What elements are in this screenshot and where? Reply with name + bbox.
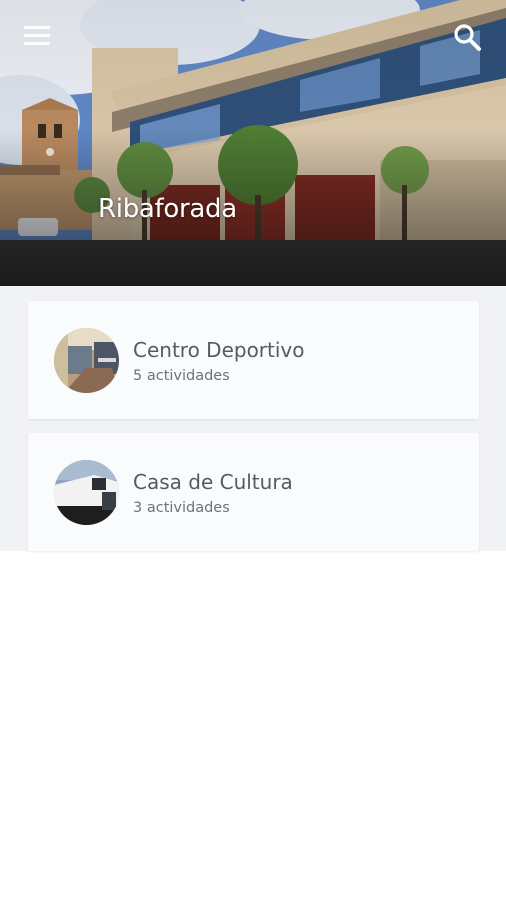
sports-center-photo [54, 328, 119, 393]
hamburger-menu-icon[interactable] [24, 26, 52, 50]
venue-activity-count: 5 actividades [133, 368, 230, 384]
culture-house-photo [54, 460, 119, 525]
venue-list: Centro Deportivo 5 actividades Casa de C… [0, 286, 506, 551]
venue-name: Casa de Cultura [133, 470, 293, 494]
page-title: Ribaforada [98, 194, 237, 224]
venue-card-centro-deportivo[interactable]: Centro Deportivo 5 actividades [28, 301, 479, 419]
venue-name: Centro Deportivo [133, 338, 305, 362]
venue-activity-count: 3 actividades [133, 500, 230, 516]
hero-gradient-overlay [0, 0, 506, 286]
venue-card-casa-de-cultura[interactable]: Casa de Cultura 3 actividades [28, 433, 479, 551]
search-icon[interactable] [452, 22, 484, 54]
header-banner: Ribaforada [0, 0, 506, 286]
venue-avatar [54, 328, 119, 393]
venue-avatar [54, 460, 119, 525]
